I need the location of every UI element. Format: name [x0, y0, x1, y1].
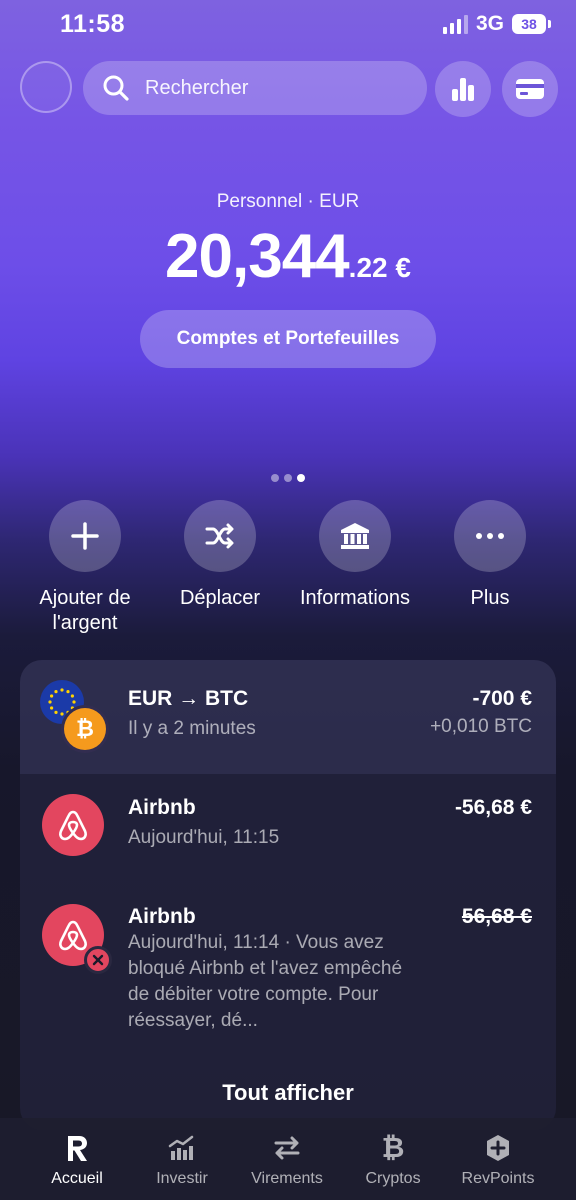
avatar[interactable]	[20, 61, 72, 113]
search-icon	[103, 75, 129, 101]
search-placeholder: Rechercher	[145, 76, 249, 99]
transaction-amount: -700 €	[472, 687, 532, 710]
move-label: Déplacer	[179, 587, 261, 609]
tab-revpoints-label: RevPoints	[461, 1170, 535, 1187]
tab-home[interactable]: Accueil	[22, 1132, 132, 1188]
move-button[interactable]	[184, 500, 256, 572]
add-money-label: Ajouter de l'argent	[39, 587, 131, 634]
more-button[interactable]	[454, 500, 526, 572]
tab-home-label: Accueil	[51, 1170, 103, 1187]
status-indicators: 3G 38	[442, 12, 551, 36]
transactions-card: ₿ EUR → BTC Il y a 2 minutes -700 € +0,0…	[20, 660, 556, 1130]
page-dot-active	[297, 474, 305, 482]
bar-chart-icon	[452, 78, 474, 101]
add-money-button[interactable]	[49, 500, 121, 572]
more-label: Plus	[470, 587, 510, 609]
information-label: Informations	[299, 587, 411, 609]
move-action[interactable]: Déplacer	[145, 500, 295, 611]
balance-amount: 20,344.22 €	[0, 221, 576, 292]
shuffle-icon	[205, 523, 234, 549]
airbnb-logo-icon	[42, 794, 104, 856]
cards-button[interactable]	[502, 61, 558, 117]
tab-transfers-label: Virements	[251, 1170, 323, 1187]
account-label[interactable]: Personnel · EUR	[0, 191, 576, 213]
page-dot	[284, 474, 292, 482]
status-time: 11:58	[60, 10, 126, 38]
accounts-button[interactable]: Comptes et Portefeuilles	[140, 310, 436, 368]
network-type: 3G	[475, 12, 504, 35]
card-icon	[516, 79, 544, 99]
tab-revpoints[interactable]: RevPoints	[443, 1132, 553, 1188]
show-all-link[interactable]: Tout afficher	[20, 1080, 556, 1106]
status-bar: 11:58 3G 38	[0, 0, 576, 48]
bitcoin-icon: ₿	[381, 1132, 405, 1163]
page-indicator	[0, 474, 576, 482]
tab-crypto[interactable]: ₿ Cryptos	[338, 1132, 448, 1188]
more-icon	[476, 533, 504, 539]
transfer-arrows-icon	[232, 1132, 342, 1164]
transaction-row[interactable]: Airbnb Aujourd'hui, 11:14 · Vous avez bl…	[20, 884, 556, 1074]
page-dot	[271, 474, 279, 482]
tab-transfers[interactable]: Virements	[232, 1132, 342, 1188]
bank-icon	[341, 523, 369, 549]
signal-icon	[442, 14, 468, 34]
transaction-amount: -56,68 €	[454, 796, 532, 819]
balance-main: 20,344	[165, 222, 350, 291]
revpoints-icon	[443, 1132, 553, 1164]
transaction-subtitle: Aujourd'hui, 11:14 · Vous avez bloqué Ai…	[128, 932, 403, 1031]
add-money-action[interactable]: Ajouter de l'argent	[10, 500, 160, 636]
transaction-title: Airbnb	[128, 796, 196, 819]
plus-icon	[71, 522, 99, 550]
information-button[interactable]	[319, 500, 391, 572]
tab-crypto-label: Cryptos	[365, 1170, 421, 1187]
chart-icon	[127, 1132, 237, 1164]
bottom-nav: Accueil Investir Virements ₿ Cryptos Rev…	[0, 1118, 576, 1200]
transaction-row[interactable]: ₿ EUR → BTC Il y a 2 minutes -700 € +0,0…	[20, 660, 556, 774]
balance-cents: .22 €	[348, 252, 411, 283]
transaction-title: EUR → BTC	[128, 687, 249, 710]
transaction-subtitle: Il y a 2 minutes	[128, 718, 256, 739]
analytics-button[interactable]	[435, 61, 491, 117]
transaction-subtitle: Aujourd'hui, 11:15	[128, 827, 280, 848]
bitcoin-icon: ₿	[64, 708, 106, 750]
tab-invest[interactable]: Investir	[127, 1132, 237, 1188]
transaction-amount-declined: 56,68 €	[461, 905, 532, 928]
more-action[interactable]: Plus	[415, 500, 565, 611]
transaction-secondary-amount: +0,010 BTC	[430, 716, 532, 737]
transaction-row[interactable]: Airbnb Aujourd'hui, 11:15 -56,68 €	[20, 774, 556, 884]
search-bar[interactable]: Rechercher	[83, 61, 427, 115]
revolut-logo-icon	[22, 1132, 132, 1164]
battery-icon: 38	[512, 14, 551, 34]
information-action[interactable]: Informations	[280, 500, 430, 611]
declined-x-icon	[84, 946, 112, 974]
transaction-title: Airbnb	[128, 905, 196, 928]
tab-invest-label: Investir	[156, 1170, 208, 1187]
